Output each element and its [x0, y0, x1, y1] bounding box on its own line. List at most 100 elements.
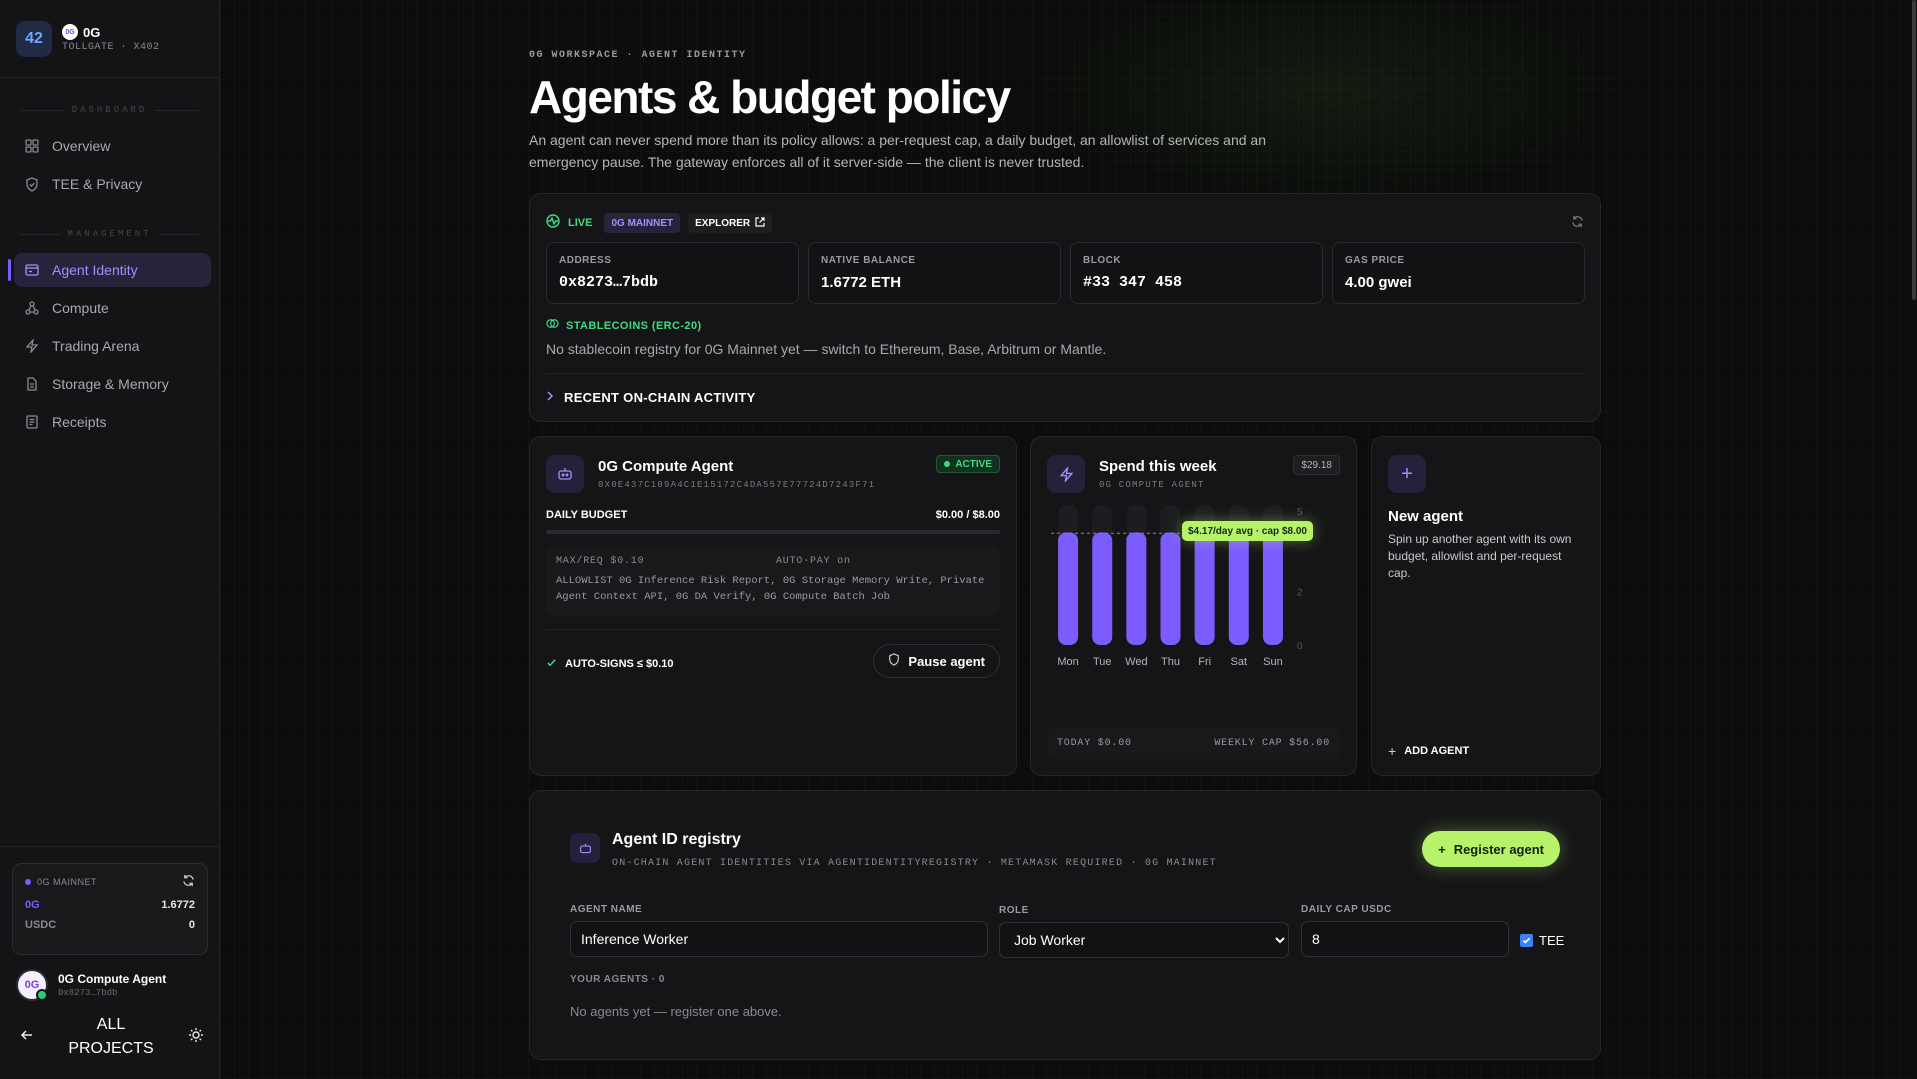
sidebar-item-storage-memory[interactable]: Storage & Memory: [14, 367, 211, 401]
sidebar-item-compute[interactable]: Compute: [14, 291, 211, 325]
sidebar-item-label: Trading Arena: [52, 338, 140, 354]
shield-icon: [888, 653, 900, 669]
sidebar-item-trading-arena[interactable]: Trading Arena: [14, 329, 211, 363]
y-tick-label: 0: [1297, 641, 1303, 652]
new-agent-title: New agent: [1388, 508, 1464, 525]
brand-name: 0G: [83, 24, 101, 40]
agent-name-label: AGENT NAME: [570, 904, 643, 915]
register-agent-button[interactable]: + Register agent: [1422, 831, 1560, 867]
pulse-icon: [546, 213, 560, 233]
role-label: ROLE: [999, 905, 1029, 916]
sun-icon[interactable]: [188, 1027, 204, 1048]
daily-budget-value: $0.00 / $8.00: [935, 509, 1000, 521]
spend-tooltip: $4.17/day avg · cap $8.00: [1182, 521, 1313, 541]
wallet-token: 0G: [25, 899, 40, 911]
arrow-left-icon[interactable]: [20, 1028, 34, 1047]
sidebar-item-agent-identity[interactable]: Agent Identity: [8, 253, 211, 287]
bar-fri[interactable]: [1194, 532, 1215, 645]
file-icon: [24, 376, 40, 392]
sidebar-item-overview[interactable]: Overview: [14, 129, 211, 163]
agent-card: 0G Compute Agent 0X0E437C109A4C1E15172C4…: [529, 436, 1017, 776]
bar-tue[interactable]: [1092, 532, 1113, 645]
all-projects-link[interactable]: ALL PROJECTS: [68, 1013, 153, 1061]
plus-icon[interactable]: +: [1388, 455, 1426, 493]
role-select[interactable]: Job Worker: [999, 922, 1289, 958]
robot-icon: [570, 833, 600, 863]
spend-card: Spend this week 0G COMPUTE AGENT $29.18 …: [1030, 436, 1357, 776]
brand-logo[interactable]: 42: [16, 20, 52, 57]
agent-name-input[interactable]: [570, 921, 988, 957]
policy-box: MAX/REQ $0.10 AUTO-PAY on ALLOWLIST 0G I…: [546, 546, 1000, 616]
bar-wed[interactable]: [1126, 532, 1147, 645]
daily-cap-input[interactable]: [1301, 921, 1509, 957]
og-logo-icon: 0G: [62, 24, 78, 40]
new-agent-card[interactable]: + New agent Spin up another agent with i…: [1371, 436, 1601, 776]
brand: 42 0G 0G TOLLGATE · X402: [0, 0, 219, 78]
x-tick-label: Wed: [1125, 656, 1147, 668]
pause-agent-button[interactable]: Pause agent: [873, 644, 1000, 678]
id-card-icon: [24, 262, 40, 278]
explorer-link[interactable]: EXPLORER: [688, 213, 773, 233]
registry-title: Agent ID registry: [612, 831, 741, 848]
wallet-card: 0G MAINNET 0G 1.6772 USDC 0: [12, 863, 208, 955]
add-agent-link[interactable]: + ADD AGENT: [1388, 743, 1469, 759]
spend-title: Spend this week: [1099, 458, 1217, 475]
new-agent-description: Spin up another agent with its own budge…: [1388, 532, 1572, 580]
sidebar-item-tee-privacy[interactable]: TEE & Privacy: [14, 167, 211, 201]
wallet-network: 0G MAINNET: [37, 876, 98, 887]
page-title: Agents & budget policy: [529, 71, 1011, 123]
stat-native-balance: NATIVE BALANCE 1.6772 ETH: [808, 242, 1061, 304]
daily-budget-label: DAILY BUDGET: [546, 509, 628, 521]
network-badge: 0G MAINNET: [604, 213, 681, 233]
robot-icon: [546, 455, 584, 493]
plus-icon: +: [1438, 841, 1446, 857]
section-dashboard: DASHBOARD: [0, 105, 219, 115]
spend-footer: TODAY $0.00 WEEKLY CAP $56.00: [1047, 727, 1340, 759]
sidebar-item-label: TEE & Privacy: [52, 176, 143, 192]
scrollbar[interactable]: [1911, 0, 1917, 1079]
tee-checkbox[interactable]: TEE: [1520, 933, 1564, 948]
bolt-icon: [24, 338, 40, 354]
scrollbar-thumb[interactable]: [1912, 0, 1916, 300]
check-icon: [546, 655, 557, 673]
stat-block: BLOCK #33 347 458: [1070, 242, 1323, 304]
bolt-icon: [1047, 455, 1085, 493]
breadcrumb: 0G WORKSPACE · AGENT IDENTITY: [529, 50, 747, 61]
bar-sun[interactable]: [1262, 532, 1283, 645]
bar-mon[interactable]: [1058, 532, 1079, 645]
stat-address: ADDRESS 0x8273…7bdb: [546, 242, 799, 304]
checkbox-checked-icon[interactable]: [1520, 934, 1533, 947]
x-tick-label: Sun: [1263, 656, 1283, 668]
page-description: An agent can never spend more than its p…: [529, 132, 1266, 170]
network-dot-icon: [25, 878, 31, 885]
auto-signs: AUTO-SIGNS ≤ $0.10: [565, 658, 674, 670]
bar-sat[interactable]: [1228, 532, 1249, 645]
daily-cap-label: DAILY CAP USDC: [1301, 904, 1392, 915]
stat-gas-price: GAS PRICE 4.00 gwei: [1332, 242, 1585, 304]
grid-icon: [24, 138, 40, 154]
account[interactable]: 0G 0G Compute Agent 0x8273…7bdb: [0, 955, 220, 1001]
recent-activity-toggle[interactable]: RECENT ON-CHAIN ACTIVITY: [546, 388, 756, 406]
y-tick-label: 5: [1297, 507, 1303, 518]
bar-thu[interactable]: [1160, 532, 1181, 645]
auto-pay: AUTO-PAY on: [776, 556, 851, 567]
brand-subtitle: TOLLGATE · X402: [62, 42, 160, 53]
refresh-icon[interactable]: [182, 874, 195, 889]
sidebar-item-receipts[interactable]: Receipts: [14, 405, 211, 439]
receipt-icon: [24, 414, 40, 430]
status-badge: ACTIVE: [936, 455, 1000, 473]
sidebar-item-label: Agent Identity: [52, 262, 138, 278]
nodes-icon: [24, 300, 40, 316]
x-tick-label: Fri: [1198, 656, 1211, 668]
sidebar-item-label: Compute: [52, 300, 109, 316]
section-management: MANAGEMENT: [0, 229, 219, 239]
wallet-token: USDC: [25, 919, 57, 931]
refresh-icon[interactable]: [1571, 215, 1584, 233]
max-req: MAX/REQ $0.10: [556, 556, 645, 567]
spend-subtitle: 0G COMPUTE AGENT: [1099, 480, 1205, 490]
avatar: 0G: [16, 969, 48, 1001]
spend-total: $29.18: [1293, 455, 1340, 475]
shield-icon: [24, 176, 40, 192]
chain-status-card: LIVE 0G MAINNET EXPLORER ADDRESS 0x8273…7…: [529, 193, 1601, 422]
live-label: LIVE: [568, 217, 593, 229]
